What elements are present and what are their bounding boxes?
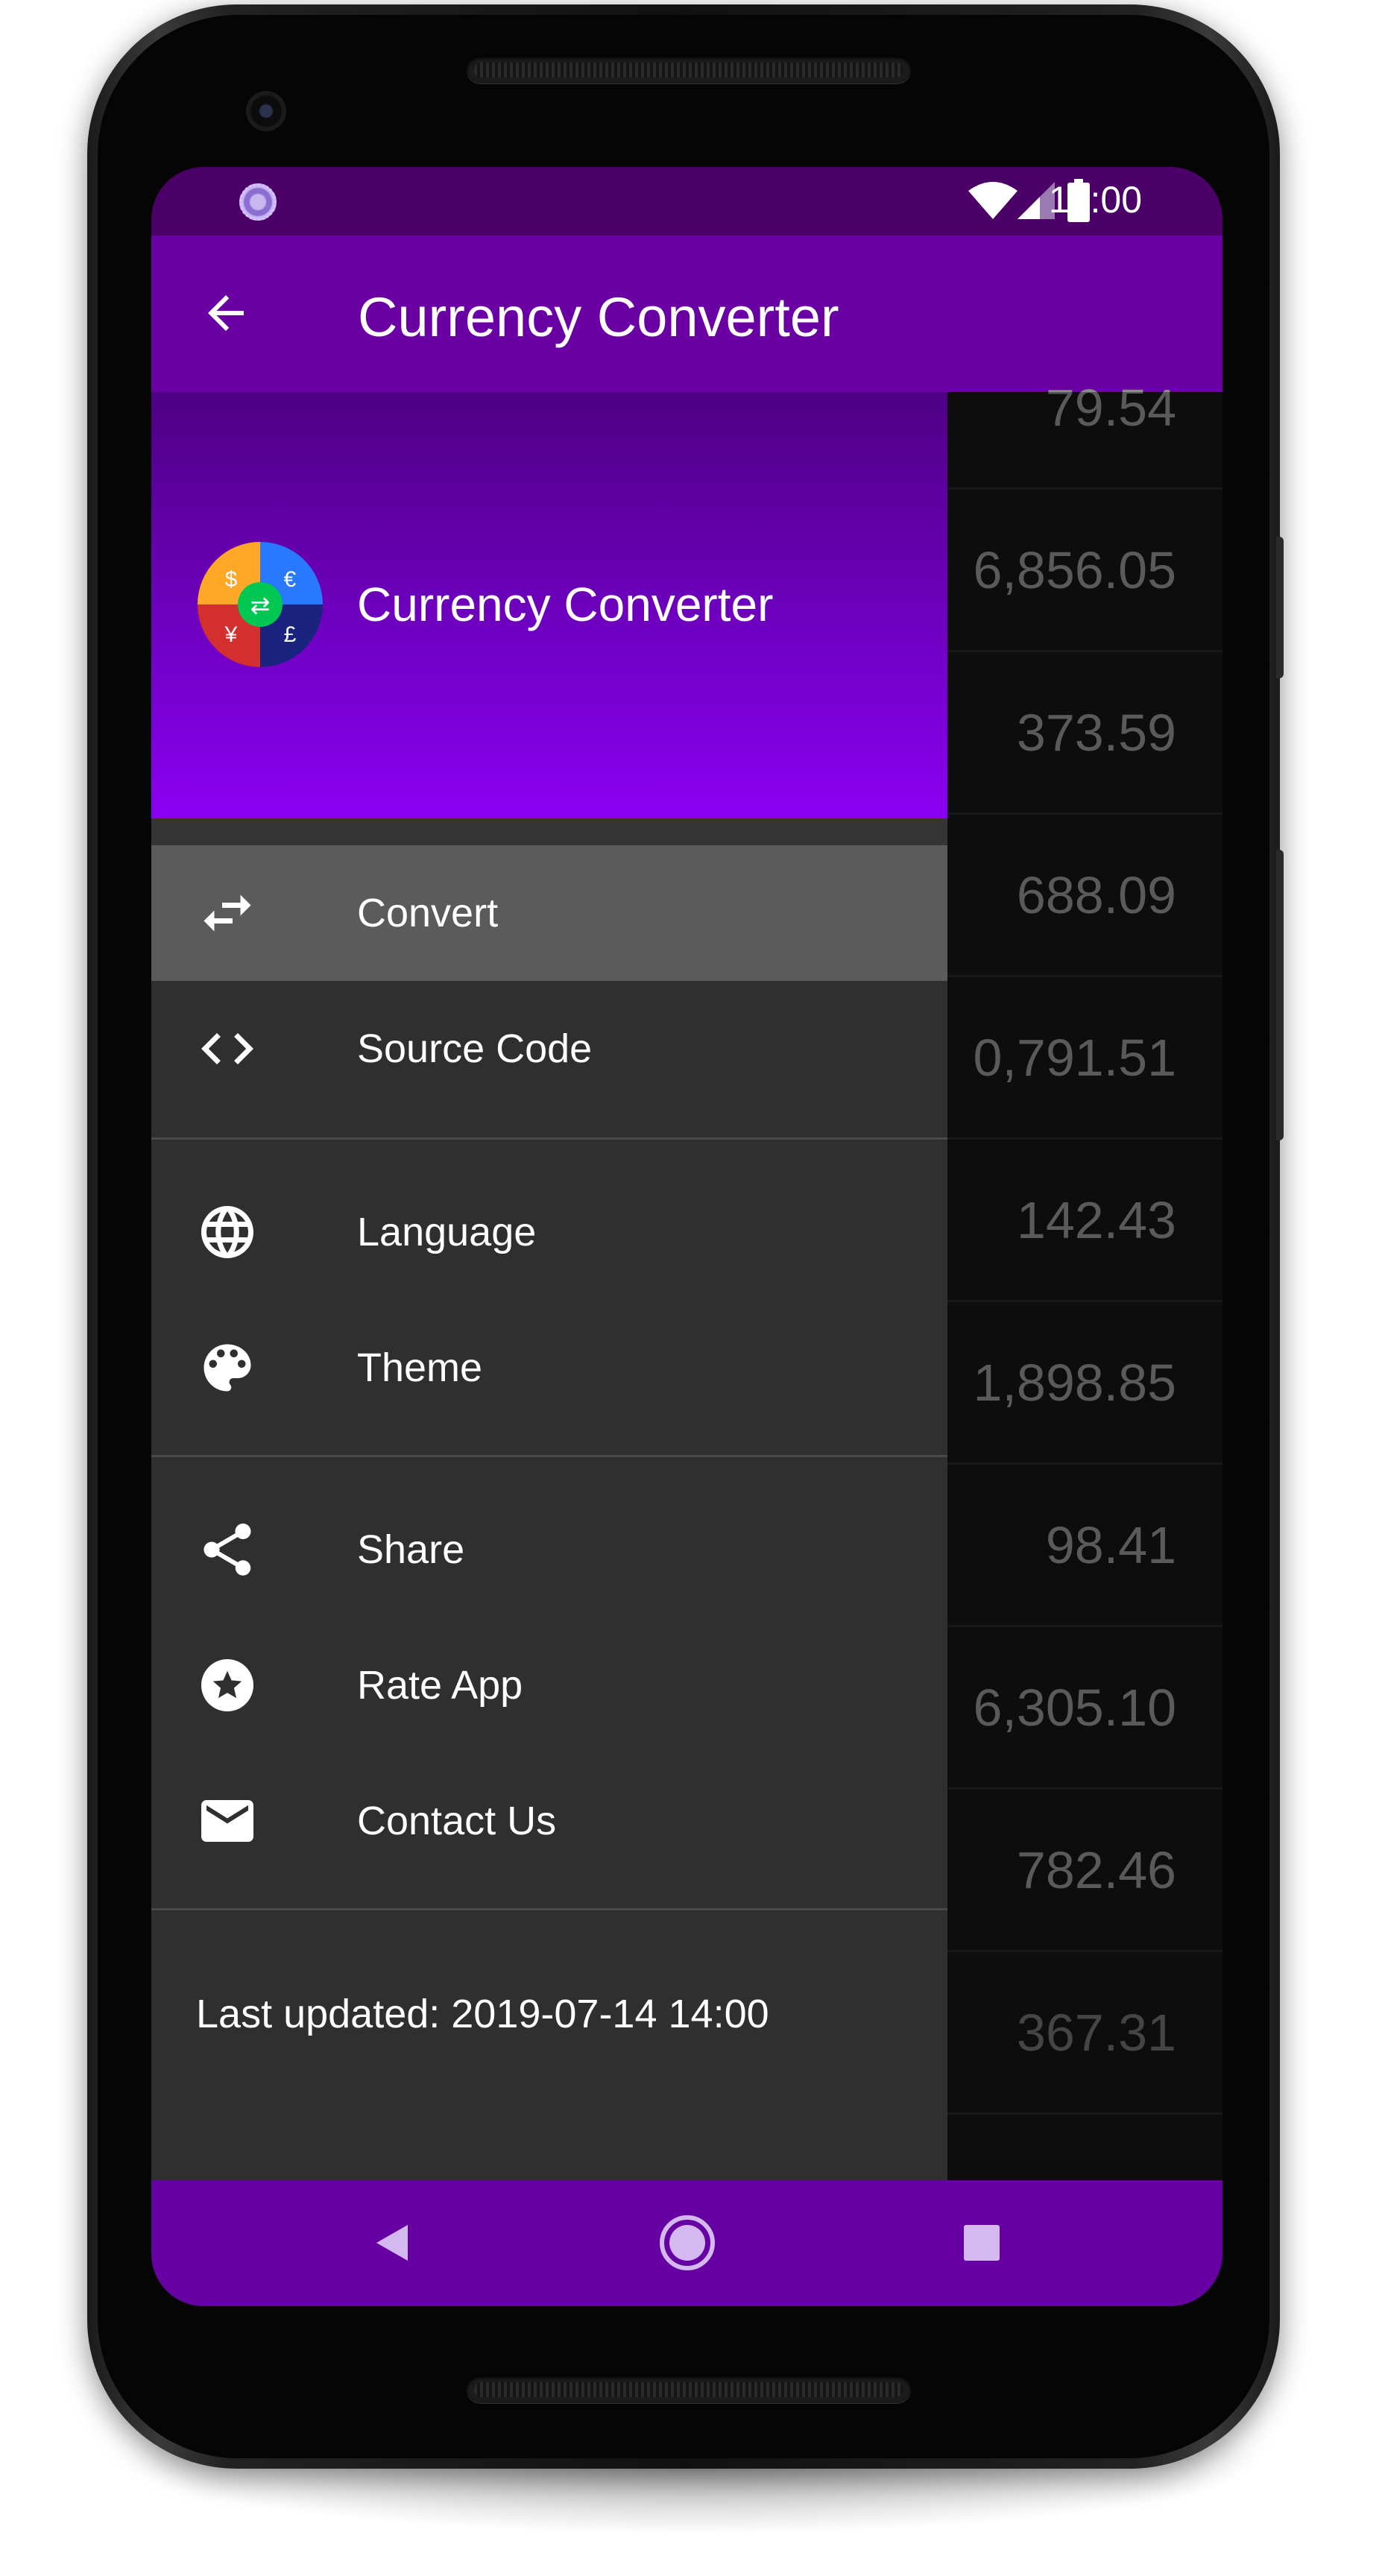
status-time: 12:00 (1048, 179, 1142, 221)
drawer-divider (151, 1455, 947, 1457)
drawer-item-label: Rate App (357, 1663, 523, 1708)
drawer-item-convert[interactable]: Convert (151, 845, 947, 981)
back-triangle-icon[interactable] (354, 2206, 429, 2280)
home-circle-icon[interactable] (650, 2206, 725, 2280)
drawer-divider (151, 1908, 947, 1910)
header-separator (151, 818, 947, 845)
swap-arrows-icon (196, 882, 259, 944)
dollar-symbol: $ (225, 567, 238, 592)
bottom-speaker (467, 2376, 911, 2403)
navigation-drawer: $ € ¥ £ ⇄ Currency Converter Convert Sou… (151, 392, 947, 2188)
globe-icon (196, 1201, 259, 1263)
star-circle-icon (196, 1654, 259, 1717)
drawer-item-label: Convert (357, 891, 499, 935)
system-nav-bar (151, 2180, 1222, 2306)
drawer-item-label: Source Code (357, 1026, 593, 1071)
code-brackets-icon (196, 1017, 259, 1080)
app-logo: $ € ¥ £ ⇄ (196, 540, 324, 669)
drawer-item-label: Theme (357, 1345, 483, 1390)
top-speaker (467, 57, 911, 83)
yen-symbol: ¥ (224, 622, 238, 647)
pound-symbol: £ (284, 622, 297, 647)
front-camera (246, 91, 286, 131)
drawer-item-rate-app[interactable]: Rate App (151, 1617, 947, 1753)
drawer-item-label: Language (357, 1210, 537, 1254)
status-bar: 12:00 (151, 167, 1222, 236)
share-icon (196, 1518, 259, 1581)
palette-icon (196, 1336, 259, 1399)
drawer-header: $ € ¥ £ ⇄ Currency Converter (151, 392, 947, 818)
drawer-scrim[interactable] (947, 392, 1222, 2181)
drawer-divider (151, 1137, 947, 1140)
mail-icon (196, 1790, 259, 1852)
power-button (1276, 537, 1284, 678)
swap-symbol: ⇄ (250, 591, 271, 619)
drawer-item-share[interactable]: Share (151, 1482, 947, 1617)
drawer-item-source-code[interactable]: Source Code (151, 981, 947, 1117)
notification-icon (239, 183, 277, 221)
wifi-icon (968, 180, 1018, 224)
drawer-item-language[interactable]: Language (151, 1164, 947, 1300)
drawer-header-title: Currency Converter (357, 578, 774, 631)
drawer-item-theme[interactable]: Theme (151, 1300, 947, 1436)
euro-symbol: € (284, 567, 297, 592)
volume-button (1276, 850, 1284, 1140)
drawer-item-label: Contact Us (357, 1799, 557, 1843)
screen: 12:00 Currency Converter 79.54 6,856.05 … (151, 167, 1222, 2306)
last-updated-text: Last updated: 2019-07-14 14:00 (196, 1992, 769, 2036)
drawer-item-label: Share (357, 1527, 465, 1572)
recents-square-icon[interactable] (944, 2206, 1019, 2280)
drawer-item-contact-us[interactable]: Contact Us (151, 1753, 947, 1889)
